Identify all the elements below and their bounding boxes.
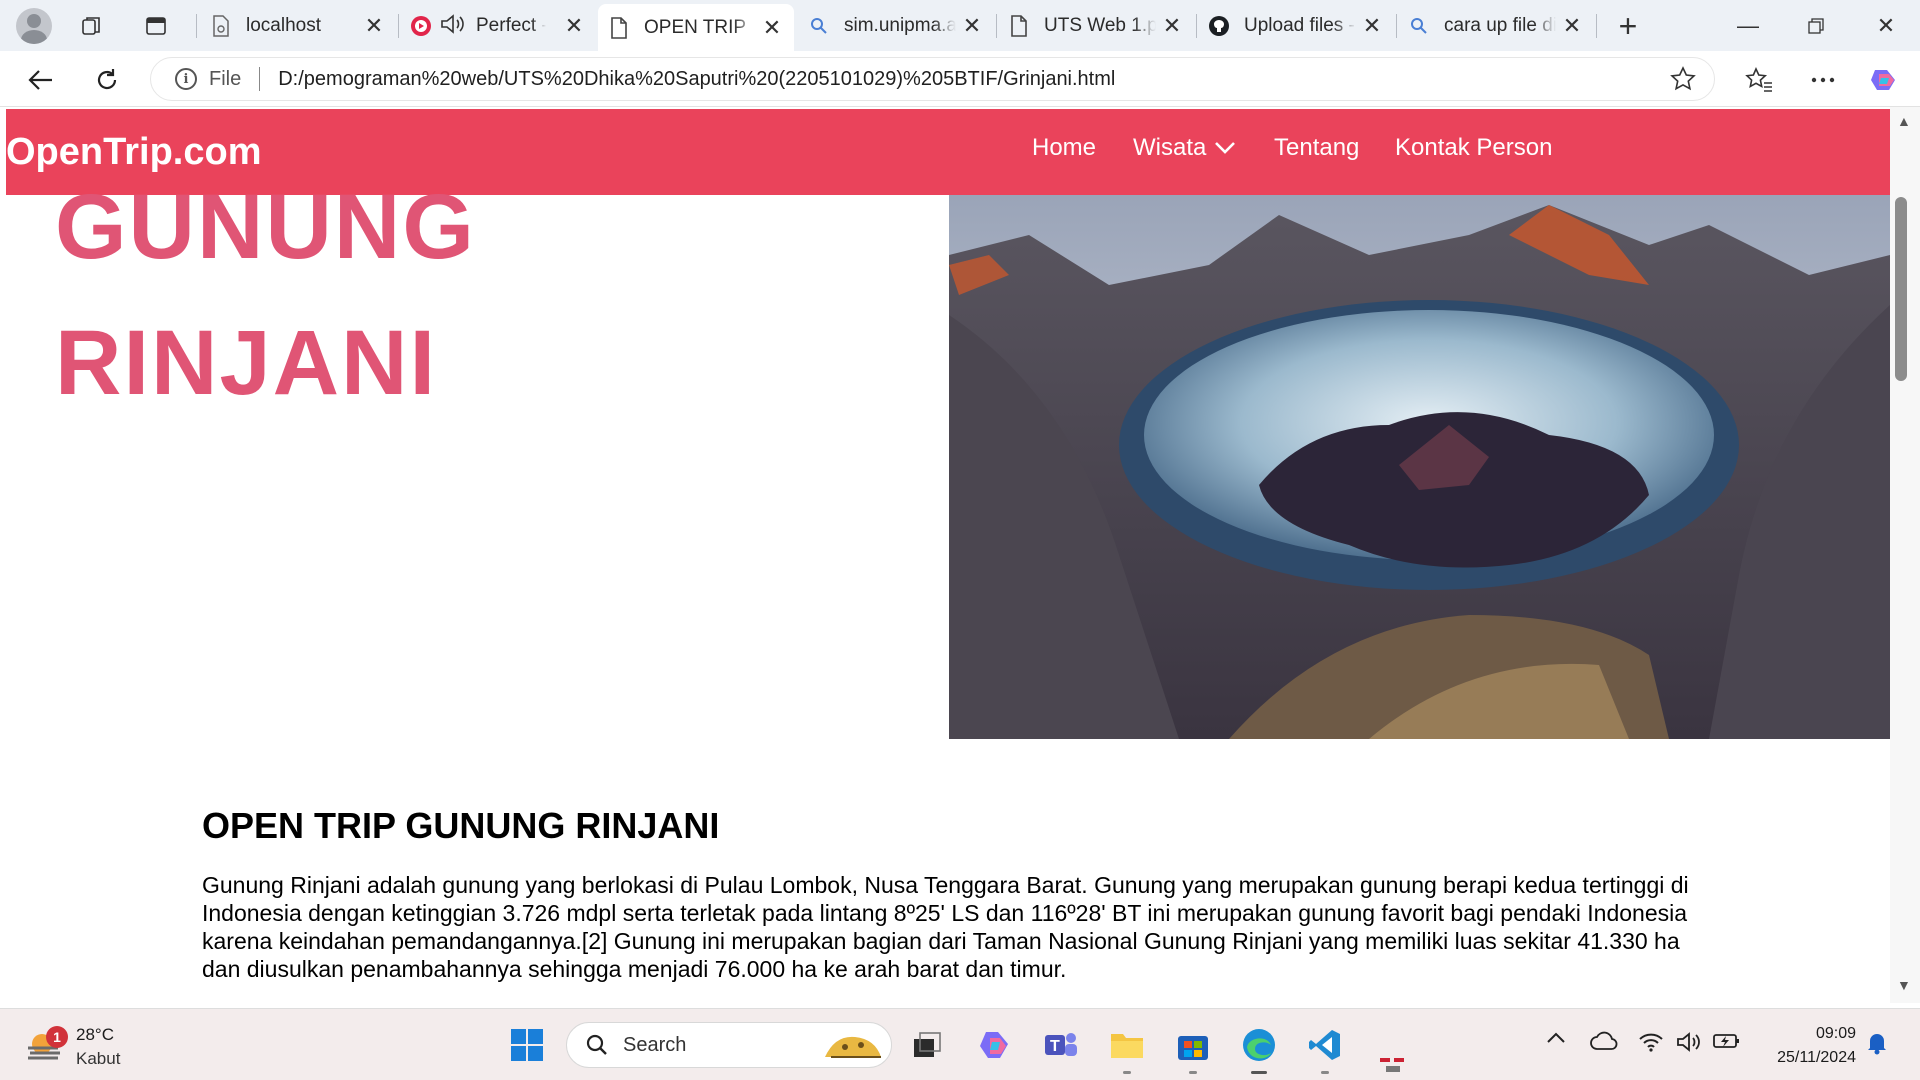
edge-browser-icon[interactable] [1238, 1024, 1280, 1074]
close-icon[interactable]: ✕ [562, 13, 586, 39]
copilot-icon[interactable] [1866, 61, 1904, 99]
task-view-icon[interactable] [906, 1024, 948, 1066]
search-icon [808, 15, 830, 37]
onedrive-cloud-icon[interactable] [1590, 1031, 1618, 1051]
tab-title: Upload files - GitHub [1244, 15, 1356, 36]
tab-title: OPEN TRIP [644, 16, 747, 38]
nav-home-link[interactable]: Home [1032, 134, 1096, 162]
minimize-icon[interactable]: — [1728, 10, 1768, 42]
info-icon[interactable]: i [175, 68, 197, 90]
scheme-label: File [209, 67, 242, 90]
teams-icon[interactable]: T [1040, 1024, 1082, 1066]
close-icon[interactable]: ✕ [362, 13, 386, 39]
hero-title-line1: GUNUNG [55, 176, 476, 278]
new-tab-icon[interactable]: + [1612, 10, 1644, 42]
section-body-text: Gunung Rinjani adalah gunung yang berlok… [202, 872, 1689, 982]
tab-localhost[interactable]: localhost ✕ [200, 6, 396, 46]
favorite-star-icon[interactable] [1670, 66, 1696, 97]
weather-temp: 28°C [76, 1025, 114, 1044]
page-icon [608, 16, 630, 39]
search-icon [586, 1034, 607, 1055]
nav-kontak-link[interactable]: Kontak Person [1395, 134, 1552, 162]
restore-icon[interactable] [1796, 10, 1836, 42]
volume-icon[interactable] [1676, 1031, 1702, 1053]
tab-perfect[interactable]: Perfect - Ed Sheeran ✕ [400, 6, 596, 46]
tab-title: localhost [246, 15, 321, 36]
taskbar-clock[interactable]: 09:09 25/11/2024 [1760, 1022, 1856, 1070]
weather-badge: 1 [46, 1026, 68, 1048]
tab-title: sim.unipma.ac.id [844, 15, 956, 36]
nav-wisata-dropdown[interactable]: Wisata [1133, 134, 1236, 162]
microsoft-store-icon[interactable] [1172, 1024, 1214, 1074]
url-text[interactable]: D:/pemograman%20web/UTS%20Dhika%20Saputr… [278, 68, 1115, 91]
battery-charging-icon[interactable] [1712, 1031, 1742, 1051]
notification-bell-icon[interactable] [1866, 1031, 1888, 1055]
tab-title: Perfect - Ed Sheeran [476, 15, 546, 36]
browser-tab-bar: localhost ✕ Perfect - Ed Sheeran ✕ OPEN … [0, 0, 1920, 51]
nav-wisata-label: Wisata [1133, 134, 1207, 161]
weather-condition: Kabut [76, 1049, 121, 1068]
site-brand-logo[interactable]: OpenTrip.com [6, 131, 261, 174]
wifi-icon[interactable] [1638, 1031, 1664, 1053]
close-icon[interactable]: ✕ [760, 15, 784, 41]
file-explorer-icon[interactable] [1106, 1024, 1148, 1074]
window-close-icon[interactable]: ✕ [1866, 10, 1906, 42]
scrollbar-thumb[interactable] [1895, 197, 1907, 381]
weather-widget[interactable]: 1 28°C Kabut [26, 1023, 120, 1071]
favorites-icon[interactable] [1740, 61, 1778, 99]
section-title: OPEN TRIP GUNUNG RINJANI [202, 805, 720, 846]
search-icon [1408, 15, 1430, 37]
show-hidden-icons-chevron-icon[interactable] [1546, 1031, 1566, 1045]
reload-icon[interactable] [88, 61, 126, 99]
nav-tentang-link[interactable]: Tentang [1274, 134, 1359, 162]
hero-title-line2: RINJANI [55, 312, 438, 414]
profile-avatar-icon[interactable] [16, 8, 52, 44]
fog-weather-icon: 1 [26, 1026, 68, 1064]
network-drive-icon [1376, 1053, 1410, 1077]
workspaces-icon[interactable] [76, 10, 108, 42]
tab-cara-up-file[interactable]: cara up file di github ✕ [1398, 6, 1594, 46]
github-icon [1208, 15, 1230, 37]
web-page-viewport: OpenTrip.com Home Wisata Tentang Kontak … [6, 107, 1890, 1003]
tab-uts-web-pdf[interactable]: UTS Web 1.pdf ✕ [998, 6, 1194, 46]
page-icon [210, 15, 232, 37]
clock-time: 09:09 [1815, 1025, 1856, 1042]
more-menu-icon[interactable] [1804, 61, 1842, 99]
tab-title: UTS Web 1.pdf [1044, 15, 1156, 36]
scroll-up-arrow-icon[interactable]: ▲ [1897, 113, 1911, 129]
taskbar-search-box[interactable]: Search [566, 1022, 892, 1068]
close-icon[interactable]: ✕ [1560, 13, 1584, 39]
windows-start-icon[interactable] [506, 1024, 548, 1066]
tab-open-trip[interactable]: OPEN TRIP ✕ [598, 4, 794, 51]
chevron-down-icon [1215, 142, 1236, 154]
clock-date: 25/11/2024 [1777, 1049, 1856, 1066]
tab-sim-unipma[interactable]: sim.unipma.ac.id ✕ [798, 6, 994, 46]
address-toolbar: i File D:/pemograman%20web/UTS%20Dhika%2… [0, 51, 1920, 107]
address-bar[interactable]: i File D:/pemograman%20web/UTS%20Dhika%2… [150, 57, 1715, 101]
music-icon [410, 15, 432, 37]
document-icon [1008, 15, 1030, 37]
svg-text:T: T [1050, 1038, 1060, 1055]
tab-actions-icon[interactable] [140, 10, 172, 42]
vscode-icon[interactable] [1304, 1024, 1346, 1074]
close-icon[interactable]: ✕ [1160, 13, 1184, 39]
close-icon[interactable]: ✕ [1360, 13, 1384, 39]
close-icon[interactable]: ✕ [960, 13, 984, 39]
taskbar-search-label: Search [623, 1033, 687, 1056]
copilot-app-icon[interactable] [974, 1024, 1016, 1066]
tab-github-upload[interactable]: Upload files - GitHub ✕ [1198, 6, 1394, 46]
speaker-icon[interactable] [440, 13, 466, 40]
search-highlight-icon [825, 1036, 881, 1058]
page-scrollbar[interactable]: ▲ ▼ [1890, 107, 1920, 1003]
scroll-down-arrow-icon[interactable]: ▼ [1897, 977, 1911, 993]
rinjani-crater-image [949, 195, 1890, 739]
tab-title: cara up file di github [1444, 15, 1556, 36]
back-arrow-icon[interactable] [22, 61, 60, 99]
windows-taskbar: 1 28°C Kabut Search T 09:09 25/11/2024 [0, 1008, 1920, 1080]
